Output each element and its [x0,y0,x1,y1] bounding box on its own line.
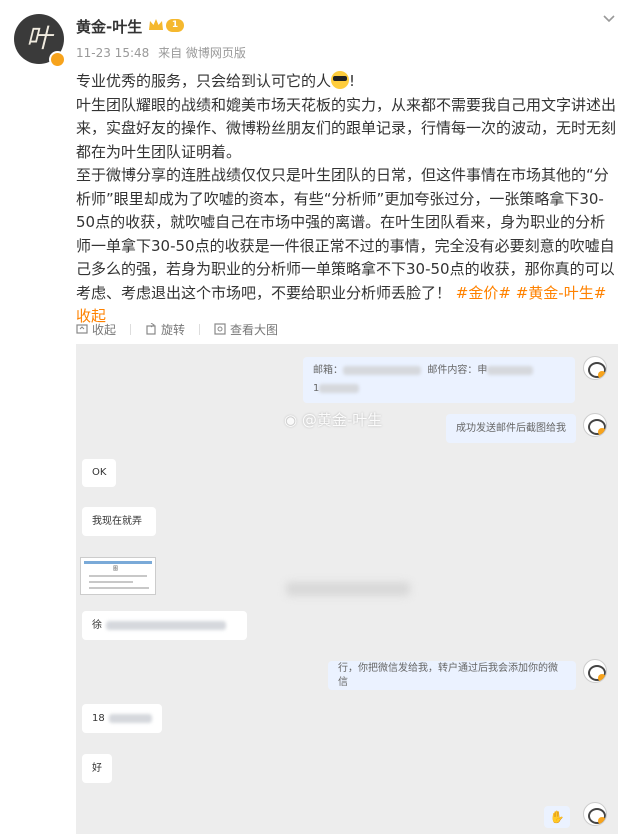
post-line1: 专业优秀的服务，只会给到认可它的人! [76,71,356,90]
hashtag-gold-price[interactable]: #金价# [456,284,511,302]
view-large-button[interactable]: 查看大图 [214,321,278,338]
chat-avatar [583,802,607,826]
post-header: 叶 黄金-叶生 1 11-23 15:48 来自 微博网页版 [0,0,635,70]
post-meta: 11-23 15:48 来自 微博网页版 [76,44,251,61]
divider [199,323,201,335]
redacted-text [108,714,152,723]
image-actions: 收起 旋转 查看大图 [76,321,278,337]
collapse-image-button[interactable]: 收起 [76,321,116,338]
chat-message-wechat: 行，你把微信发给我，转户通过后我会添加你的微信 [328,661,576,690]
chat-message-ok-cn: 好 [82,754,112,783]
post-paragraph-3: 至于微博分享的连胜战绩仅仅只是叶生团队的日常，但这件事情在市场其他的“分析师”眼… [76,166,615,325]
level-badge: 1 [166,19,184,32]
redacted-text [319,383,360,393]
post-time[interactable]: 11-23 15:48 [76,46,149,60]
chat-message-phone: 18 [82,704,162,733]
chat-message-doing: 我现在就弄 [82,507,156,536]
post-source: 来自 微博网页版 [158,46,246,60]
divider [130,323,132,335]
chevron-down-icon[interactable] [601,10,617,26]
weibo-watermark: ◉ @黄金-叶生 [284,411,383,429]
chat-message-name: 徐 [82,611,247,640]
chat-message-ok: OK [82,459,116,487]
chat-message-email: 邮箱： 邮件内容：申 1 [303,357,575,403]
weibo-icon: ◉ [284,411,302,429]
hashtag-author[interactable]: #黄金-叶生# [516,284,607,302]
rotate-button[interactable]: 旋转 [145,321,185,338]
post-paragraph-2: 叶生团队耀眼的战绩和媲美市场天花板的实力，从来都不需要我自己用文字讲述出来，实盘… [76,95,617,161]
post-body: 专业优秀的服务，只会给到认可它的人! 叶生团队耀眼的战绩和媲美市场天花板的实力，… [76,70,618,329]
redacted-area [286,582,410,596]
clap-emoji-icon: ✋ [544,806,570,828]
chat-avatar [583,356,607,380]
sunglasses-emoji-icon [331,71,350,89]
redacted-text [487,365,534,375]
verified-badge-icon [49,51,66,68]
collapse-icon [76,324,88,334]
zoom-icon [214,323,226,335]
chat-message-sent-screenshot: 成功发送邮件后截图给我 [446,414,576,443]
redacted-text [343,365,421,375]
chat-avatar [583,413,607,437]
author-name[interactable]: 黄金-叶生 [76,16,142,37]
crown-icon [149,19,163,30]
chat-avatar [583,659,607,683]
chat-image-thumbnail: 图 [80,557,156,595]
redacted-text [106,621,226,630]
rotate-icon [146,323,156,335]
